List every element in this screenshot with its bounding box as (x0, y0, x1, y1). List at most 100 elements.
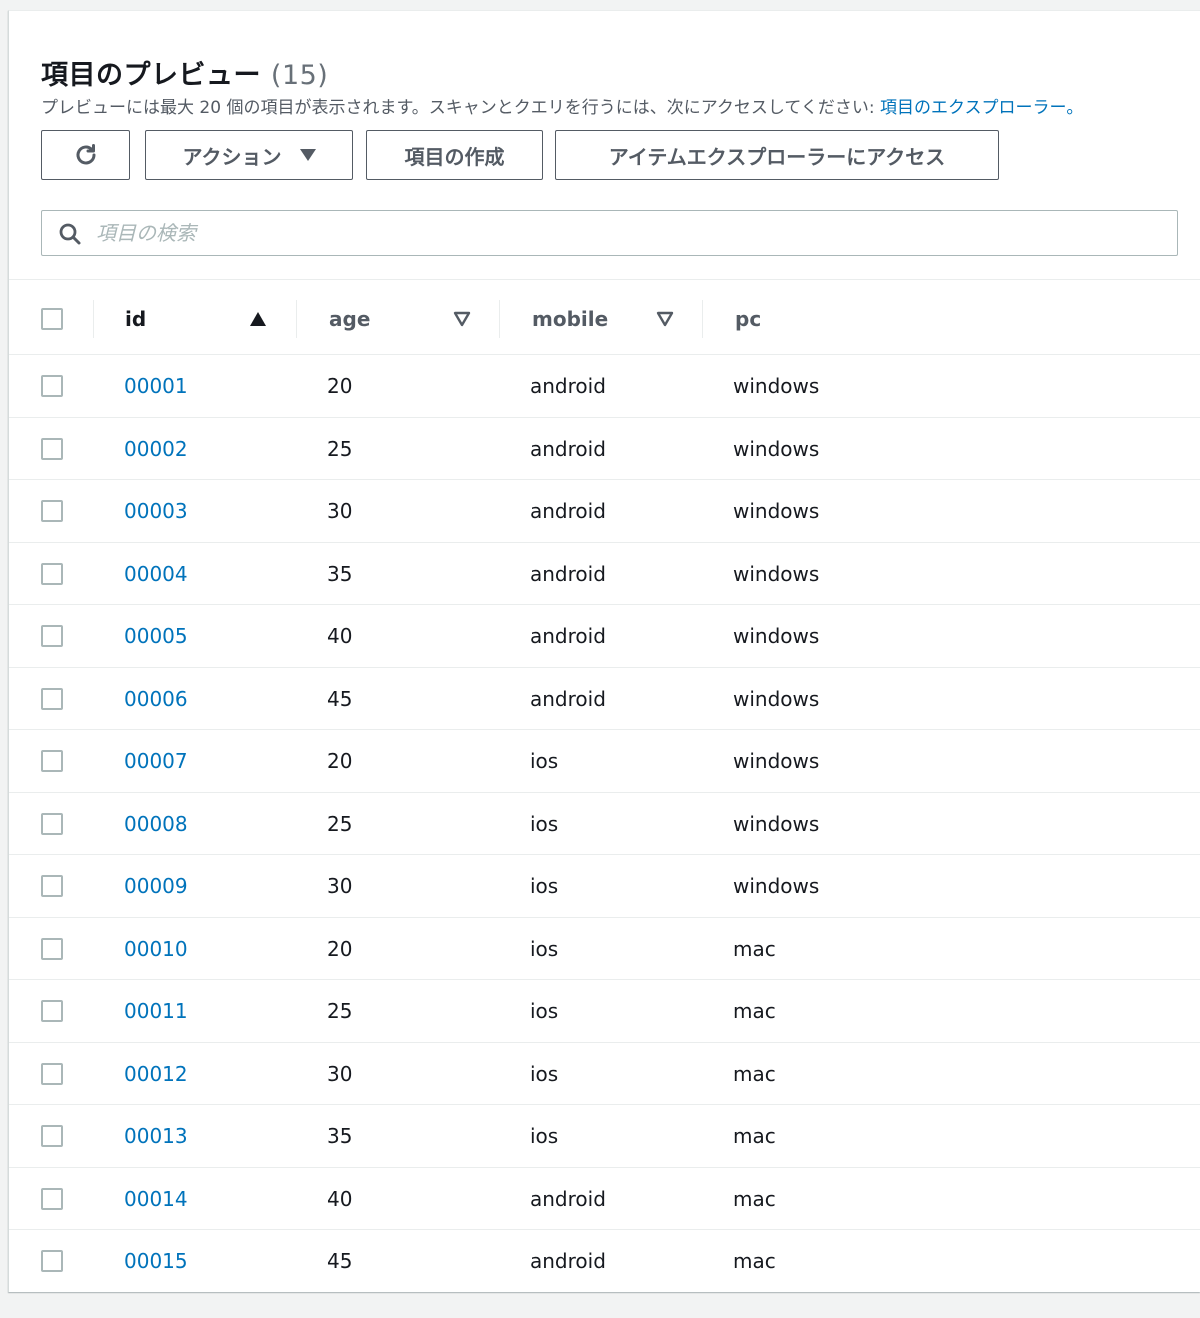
row-checkbox[interactable] (41, 812, 63, 835)
sort-ascending-icon[interactable] (249, 311, 267, 327)
row-checkbox[interactable] (41, 500, 63, 522)
table-row: 00001 20 android windows (9, 355, 1200, 418)
item-explorer-button[interactable]: アイテムエクスプローラーにアクセス (555, 130, 999, 180)
cell-age: 45 (327, 686, 353, 711)
cell-mobile: android (530, 374, 606, 398)
sort-triangle-icon[interactable] (656, 311, 674, 327)
table-row: 00013 35 ios mac (9, 1105, 1200, 1168)
row-checkbox[interactable] (41, 625, 63, 647)
select-all-checkbox[interactable] (41, 308, 63, 330)
cell-age: 30 (327, 874, 353, 898)
cell-age: 25 (327, 436, 353, 461)
cell-pc: mac (733, 1186, 776, 1211)
row-checkbox[interactable] (41, 1062, 63, 1085)
table-row: 00008 25 ios windows (9, 793, 1200, 855)
cell-id-link[interactable]: 00005 (124, 605, 188, 667)
cell-pc: windows (733, 749, 820, 773)
actions-dropdown-button[interactable]: アクション (145, 130, 353, 180)
row-checkbox[interactable] (41, 875, 63, 897)
cell-age: 30 (327, 1061, 353, 1086)
cell-id-link[interactable]: 00010 (124, 918, 188, 980)
search-box (41, 210, 1178, 256)
column-header-age[interactable]: age (329, 283, 370, 355)
column-header-pc[interactable]: pc (735, 283, 761, 355)
search-input[interactable] (96, 217, 1156, 249)
cell-age: 35 (327, 561, 353, 586)
cell-id-link[interactable]: 00013 (124, 1105, 188, 1167)
cell-age: 30 (327, 499, 353, 523)
cell-id-link[interactable]: 00001 (124, 355, 188, 417)
row-checkbox[interactable] (41, 562, 63, 585)
row-checkbox[interactable] (41, 437, 63, 460)
table-top-divider (9, 279, 1200, 280)
item-explorer-link[interactable]: 項目のエクスプローラー。 (880, 98, 1083, 118)
table-row: 00015 45 android mac (9, 1230, 1200, 1293)
cell-id-link[interactable]: 00002 (124, 418, 188, 480)
cell-mobile: ios (530, 1061, 559, 1086)
cell-id-link[interactable]: 00008 (124, 793, 188, 855)
table-row: 00003 30 android windows (9, 480, 1200, 543)
cell-id-link[interactable]: 00003 (124, 480, 188, 542)
refresh-button[interactable] (41, 130, 130, 180)
items-preview-panel: 項目のプレビュー (15) プレビューには最大 20 個の項目が表示されます。ス… (8, 10, 1200, 1292)
row-checkbox[interactable] (41, 750, 63, 772)
column-divider (702, 300, 703, 338)
table-row: 00014 40 android mac (9, 1168, 1200, 1230)
sort-triangle-icon[interactable] (453, 311, 471, 327)
table-row: 00004 35 android windows (9, 543, 1200, 605)
cell-id-link[interactable]: 00007 (124, 730, 188, 792)
cell-id-link[interactable]: 00009 (124, 855, 188, 917)
cell-mobile: ios (530, 936, 559, 961)
table-row: 00009 30 ios windows (9, 855, 1200, 918)
row-checkbox[interactable] (41, 1250, 63, 1272)
table-row: 00007 20 ios windows (9, 730, 1200, 793)
cell-id-link[interactable]: 00015 (124, 1230, 188, 1292)
title-text: 項目のプレビュー (41, 60, 261, 91)
cell-pc: windows (733, 874, 820, 898)
table-row: 00010 20 ios mac (9, 918, 1200, 980)
table-row: 00006 45 android windows (9, 668, 1200, 730)
row-checkbox[interactable] (41, 375, 63, 397)
cell-mobile: android (530, 561, 606, 586)
table-header: id age mobile pc (9, 283, 1200, 355)
cell-mobile: android (530, 1186, 606, 1211)
cell-id-link[interactable]: 00006 (124, 668, 188, 730)
cell-pc: windows (733, 624, 820, 648)
cell-mobile: ios (530, 1124, 559, 1148)
cell-pc: windows (733, 499, 820, 523)
cell-mobile: android (530, 499, 606, 523)
cell-pc: windows (733, 436, 820, 461)
table-row: 00011 25 ios mac (9, 980, 1200, 1043)
cell-age: 20 (327, 374, 353, 398)
create-item-button[interactable]: 項目の作成 (366, 130, 543, 180)
column-label: mobile (532, 307, 609, 331)
row-checkbox[interactable] (41, 1187, 63, 1210)
cell-age: 20 (327, 749, 353, 773)
cell-id-link[interactable]: 00012 (124, 1043, 188, 1105)
cell-id-link[interactable]: 00011 (124, 980, 188, 1042)
cell-mobile: ios (530, 874, 559, 898)
row-checkbox[interactable] (41, 937, 63, 960)
cell-age: 40 (327, 624, 353, 648)
column-header-mobile[interactable]: mobile (532, 283, 608, 355)
column-label: id (125, 307, 147, 331)
cell-pc: mac (733, 936, 776, 961)
cell-pc: mac (733, 1249, 776, 1273)
cell-mobile: android (530, 1249, 606, 1273)
row-checkbox[interactable] (41, 1000, 63, 1022)
refresh-icon (76, 144, 95, 165)
row-checkbox[interactable] (41, 687, 63, 710)
cell-pc: mac (733, 1061, 776, 1086)
column-divider (296, 300, 297, 338)
cell-age: 35 (327, 1124, 353, 1148)
cell-mobile: android (530, 624, 606, 648)
cell-pc: windows (733, 811, 820, 836)
table-row: 00012 30 ios mac (9, 1043, 1200, 1105)
table-row: 00002 25 android windows (9, 418, 1200, 480)
item-explorer-label: アイテムエクスプローラーにアクセス (608, 144, 946, 169)
cell-id-link[interactable]: 00004 (124, 543, 188, 605)
column-header-id[interactable]: id (125, 283, 146, 355)
row-checkbox[interactable] (41, 1125, 63, 1147)
cell-id-link[interactable]: 00014 (124, 1168, 188, 1230)
cell-pc: mac (733, 1124, 776, 1148)
